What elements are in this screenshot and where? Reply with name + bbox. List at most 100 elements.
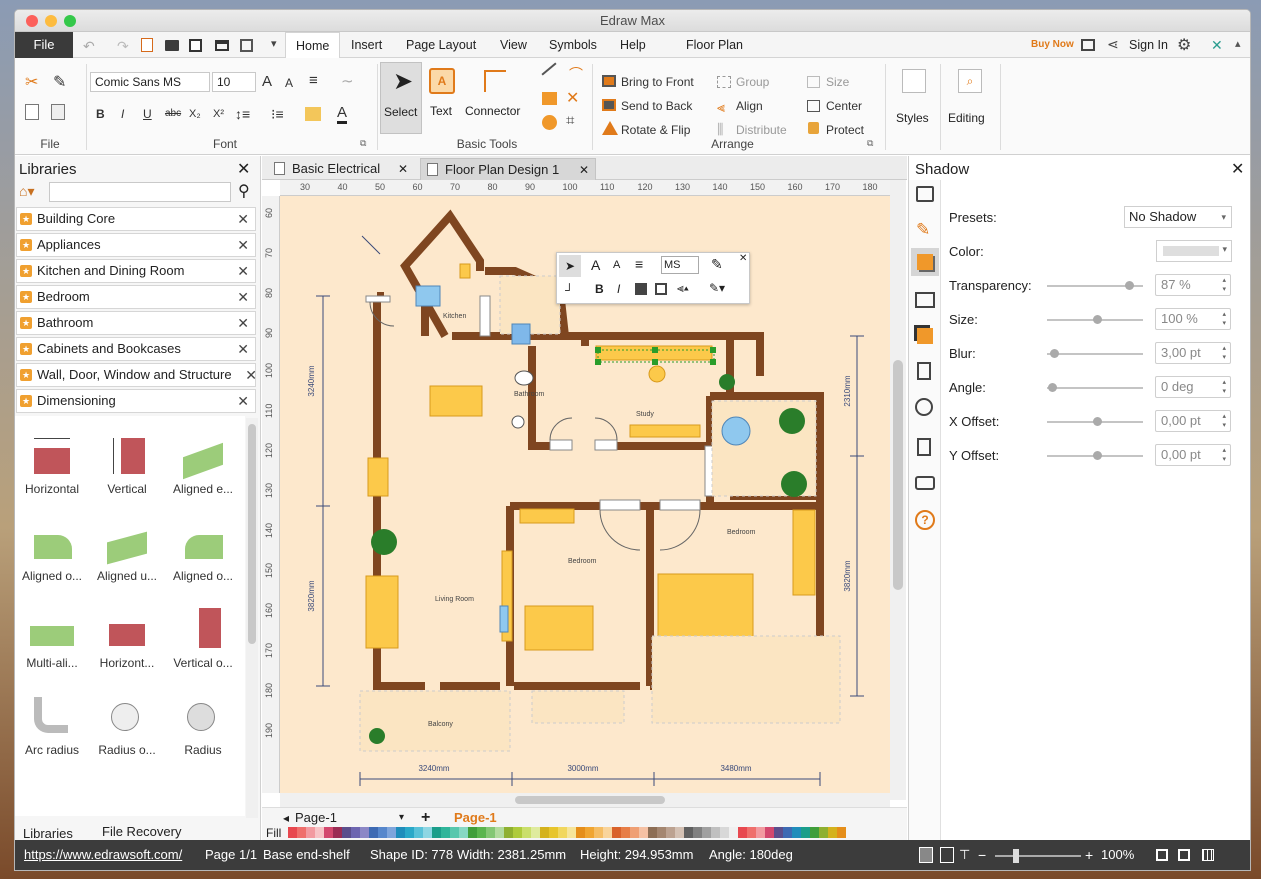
- shrink-font-icon[interactable]: A: [285, 76, 293, 90]
- library-bedroom[interactable]: ★ Bedroom ✕: [16, 285, 256, 309]
- size-spinner[interactable]: 100 %: [1155, 308, 1231, 330]
- zoom-in-icon[interactable]: +: [1085, 840, 1093, 870]
- floating-line-icon[interactable]: [655, 283, 667, 295]
- save-icon[interactable]: [189, 39, 202, 52]
- redo-icon[interactable]: ↷: [117, 38, 129, 55]
- slider-knob[interactable]: [1093, 315, 1102, 324]
- color-swatch[interactable]: [657, 827, 666, 838]
- tab-floor-plan[interactable]: Floor Plan: [686, 32, 743, 58]
- share-screen-icon[interactable]: [1081, 39, 1095, 51]
- color-swatch[interactable]: [405, 827, 414, 838]
- arc-tool-icon[interactable]: ⌒: [569, 64, 583, 84]
- page-dropdown-icon[interactable]: ▾: [399, 810, 404, 826]
- center-button[interactable]: Center: [826, 99, 862, 113]
- slider-knob[interactable]: [1048, 383, 1057, 392]
- zoom-slider-knob[interactable]: [1013, 849, 1019, 863]
- slider-knob[interactable]: [1125, 281, 1135, 290]
- doc-tab-floor-plan-design[interactable]: Floor Plan Design 1 ✕: [420, 158, 596, 180]
- x-offset-slider[interactable]: [1047, 417, 1143, 426]
- grow-font-icon[interactable]: A: [262, 73, 272, 90]
- tab-insert[interactable]: Insert: [351, 32, 382, 58]
- slider-knob[interactable]: [1093, 451, 1102, 460]
- color-swatch[interactable]: [297, 827, 306, 838]
- share-icon[interactable]: ⋖: [1107, 36, 1119, 53]
- shape-aligned-u[interactable]: Aligned u...: [91, 509, 163, 593]
- image-icon[interactable]: [915, 292, 935, 308]
- floating-shrink-font-icon[interactable]: A: [613, 259, 620, 271]
- floating-font-select[interactable]: MS: [661, 256, 699, 274]
- page-view-icon[interactable]: [919, 847, 933, 863]
- color-swatch[interactable]: [549, 827, 558, 838]
- rectangle-tool-icon[interactable]: [542, 92, 557, 105]
- color-swatch[interactable]: [585, 827, 594, 838]
- library-appliances[interactable]: ★ Appliances ✕: [16, 233, 256, 257]
- file-menu-button[interactable]: File: [15, 32, 73, 58]
- tab-view[interactable]: View: [500, 32, 527, 58]
- color-swatches[interactable]: [288, 827, 846, 838]
- quick-access-dropdown-icon[interactable]: ▾: [271, 37, 277, 50]
- page-list-icon[interactable]: ◂: [283, 810, 289, 826]
- library-wall-door-window[interactable]: ★ Wall, Door, Window and Structure ✕: [16, 363, 257, 387]
- color-swatch[interactable]: [675, 827, 684, 838]
- color-swatch[interactable]: [819, 827, 828, 838]
- blur-spinner[interactable]: 3,00 pt: [1155, 342, 1231, 364]
- presentation-icon[interactable]: ⊤: [959, 840, 970, 870]
- group-icon[interactable]: [717, 76, 731, 88]
- slider-knob[interactable]: [1093, 417, 1102, 426]
- color-swatch[interactable]: [396, 827, 405, 838]
- font-color-icon[interactable]: A: [337, 104, 348, 124]
- floating-arrange-icon[interactable]: ⫷▴: [677, 281, 689, 296]
- library-kitchen-dining[interactable]: ★ Kitchen and Dining Room ✕: [16, 259, 256, 283]
- collapse-ribbon-icon[interactable]: ▴: [1235, 37, 1241, 50]
- sign-in-link[interactable]: Sign In: [1129, 32, 1168, 58]
- shape-aligned-o-1[interactable]: Aligned o...: [16, 509, 88, 593]
- color-swatch[interactable]: [594, 827, 603, 838]
- color-swatch[interactable]: [441, 827, 450, 838]
- shape-vertical-o[interactable]: Vertical o...: [167, 596, 239, 680]
- color-swatch[interactable]: [360, 827, 369, 838]
- color-swatch[interactable]: [504, 827, 513, 838]
- color-swatch[interactable]: [666, 827, 675, 838]
- color-swatch[interactable]: [288, 827, 297, 838]
- strikethrough-icon[interactable]: abc: [165, 108, 181, 119]
- note-icon[interactable]: [917, 438, 931, 456]
- color-swatch[interactable]: [774, 827, 783, 838]
- close-library-icon[interactable]: ✕: [237, 208, 249, 230]
- color-swatch[interactable]: [639, 827, 648, 838]
- file-recovery-bottom-tab[interactable]: File Recovery: [102, 824, 181, 839]
- grid-view-icon[interactable]: [1202, 849, 1214, 861]
- presets-select[interactable]: No Shadow ▾: [1124, 206, 1232, 228]
- color-swatch[interactable]: [729, 827, 738, 838]
- crop-x-icon[interactable]: ✕: [566, 88, 579, 108]
- crop-tool-icon[interactable]: ⌗: [566, 112, 574, 129]
- color-swatch[interactable]: [693, 827, 702, 838]
- size-slider[interactable]: [1047, 315, 1143, 324]
- library-search-input[interactable]: [49, 182, 231, 202]
- line-tool-icon[interactable]: [541, 62, 557, 76]
- close-window-icon[interactable]: [26, 15, 38, 27]
- floating-style-icon[interactable]: ✎▾: [709, 281, 725, 295]
- align-icon[interactable]: ⫷: [717, 99, 725, 116]
- color-swatch[interactable]: [369, 827, 378, 838]
- color-swatch[interactable]: [351, 827, 360, 838]
- close-library-icon[interactable]: ✕: [237, 312, 249, 334]
- angle-slider[interactable]: [1047, 383, 1143, 392]
- close-libraries-icon[interactable]: ✕: [237, 159, 250, 179]
- color-swatch[interactable]: [747, 827, 756, 838]
- color-swatch[interactable]: [531, 827, 540, 838]
- color-swatch[interactable]: [450, 827, 459, 838]
- rotate-flip-icon[interactable]: [602, 121, 618, 135]
- text-align-icon[interactable]: ≡: [309, 72, 318, 89]
- comment-icon[interactable]: [915, 476, 935, 490]
- zoom-out-icon[interactable]: −: [978, 840, 986, 870]
- color-swatch[interactable]: [387, 827, 396, 838]
- y-offset-spinner[interactable]: 0,00 pt: [1155, 444, 1231, 466]
- library-scrollbar[interactable]: [246, 418, 258, 818]
- help-icon[interactable]: ?: [915, 510, 935, 530]
- library-cabinets[interactable]: ★ Cabinets and Bookcases ✕: [16, 337, 256, 361]
- library-home-icon[interactable]: ⌂▾: [19, 183, 34, 200]
- y-offset-slider[interactable]: [1047, 451, 1143, 460]
- color-swatch[interactable]: [513, 827, 522, 838]
- arrange-dialog-launcher-icon[interactable]: ⧉: [867, 138, 873, 149]
- horizontal-scrollbar[interactable]: [280, 793, 890, 807]
